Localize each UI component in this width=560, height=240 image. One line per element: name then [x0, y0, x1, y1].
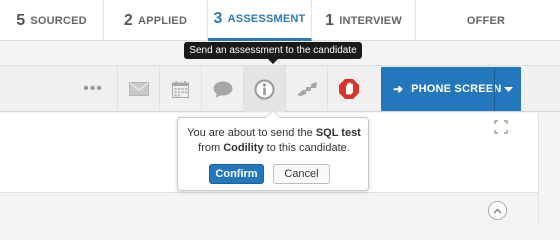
stage-label: SOURCED: [30, 14, 87, 27]
stage-applied[interactable]: 2 APPLIED: [104, 0, 208, 41]
assessment-icon: [254, 79, 275, 99]
advance-phone-screen-button[interactable]: ➜ PHONE SCREEN: [381, 67, 521, 111]
pipeline-stage-bar: 5 SOURCED 2 APPLIED 3 ASSESSMENT 1 INTER…: [0, 0, 560, 41]
message-text: from: [198, 142, 224, 154]
expand-icon[interactable]: [494, 120, 508, 134]
stage-offer[interactable]: OFFER: [416, 0, 556, 41]
chat-bubble-icon: [213, 81, 232, 98]
message-text: You are about to send the: [187, 127, 316, 139]
popover-message: You are about to send the SQL test from …: [178, 126, 370, 156]
stage-label: ASSESSMENT: [227, 13, 306, 25]
advance-dropdown-toggle[interactable]: [494, 67, 521, 111]
advance-button-label: PHONE SCREEN: [411, 83, 502, 95]
more-icon[interactable]: •••: [72, 66, 114, 112]
stage-count: 2: [123, 11, 134, 29]
comment-button[interactable]: [201, 66, 243, 112]
schedule-button[interactable]: [159, 66, 201, 112]
handoff-icon: [296, 82, 317, 96]
assessment-tooltip: Send an assessment to the candidate: [184, 42, 362, 64]
stage-label: APPLIED: [138, 14, 188, 27]
refer-button[interactable]: [285, 66, 327, 112]
test-name: SQL test: [315, 127, 361, 139]
right-gutter: [538, 113, 560, 225]
disqualify-button[interactable]: [327, 66, 369, 112]
stage-count: 1: [325, 11, 335, 29]
arrow-right-icon: ➜: [393, 82, 404, 96]
confirm-button[interactable]: Confirm: [209, 164, 264, 184]
provider-name: Codility: [223, 142, 264, 154]
stop-hand-icon: [338, 79, 359, 99]
send-assessment-popover: You are about to send the SQL test from …: [177, 110, 370, 191]
calendar-icon: [172, 80, 189, 98]
candidate-panel-footer: [0, 194, 538, 225]
stage-sourced[interactable]: 5 SOURCED: [0, 0, 104, 41]
collapse-up-icon[interactable]: [488, 201, 507, 220]
send-assessment-button[interactable]: [243, 66, 285, 112]
stage-label: OFFER: [466, 14, 506, 27]
cancel-button[interactable]: Cancel: [273, 164, 330, 184]
stage-count: 5: [16, 11, 26, 29]
email-button[interactable]: [117, 66, 159, 112]
stage-interview[interactable]: 1 INTERVIEW: [312, 0, 416, 41]
candidate-action-toolbar: ••• ➜ PHONE SCREEN: [0, 65, 560, 112]
stage-label: INTERVIEW: [339, 14, 402, 27]
envelope-icon: [128, 82, 149, 96]
stage-count: 3: [213, 10, 223, 27]
stage-assessment[interactable]: 3 ASSESSMENT: [208, 0, 312, 41]
caret-down-icon: [503, 86, 513, 92]
message-text: to this candidate.: [263, 142, 350, 154]
